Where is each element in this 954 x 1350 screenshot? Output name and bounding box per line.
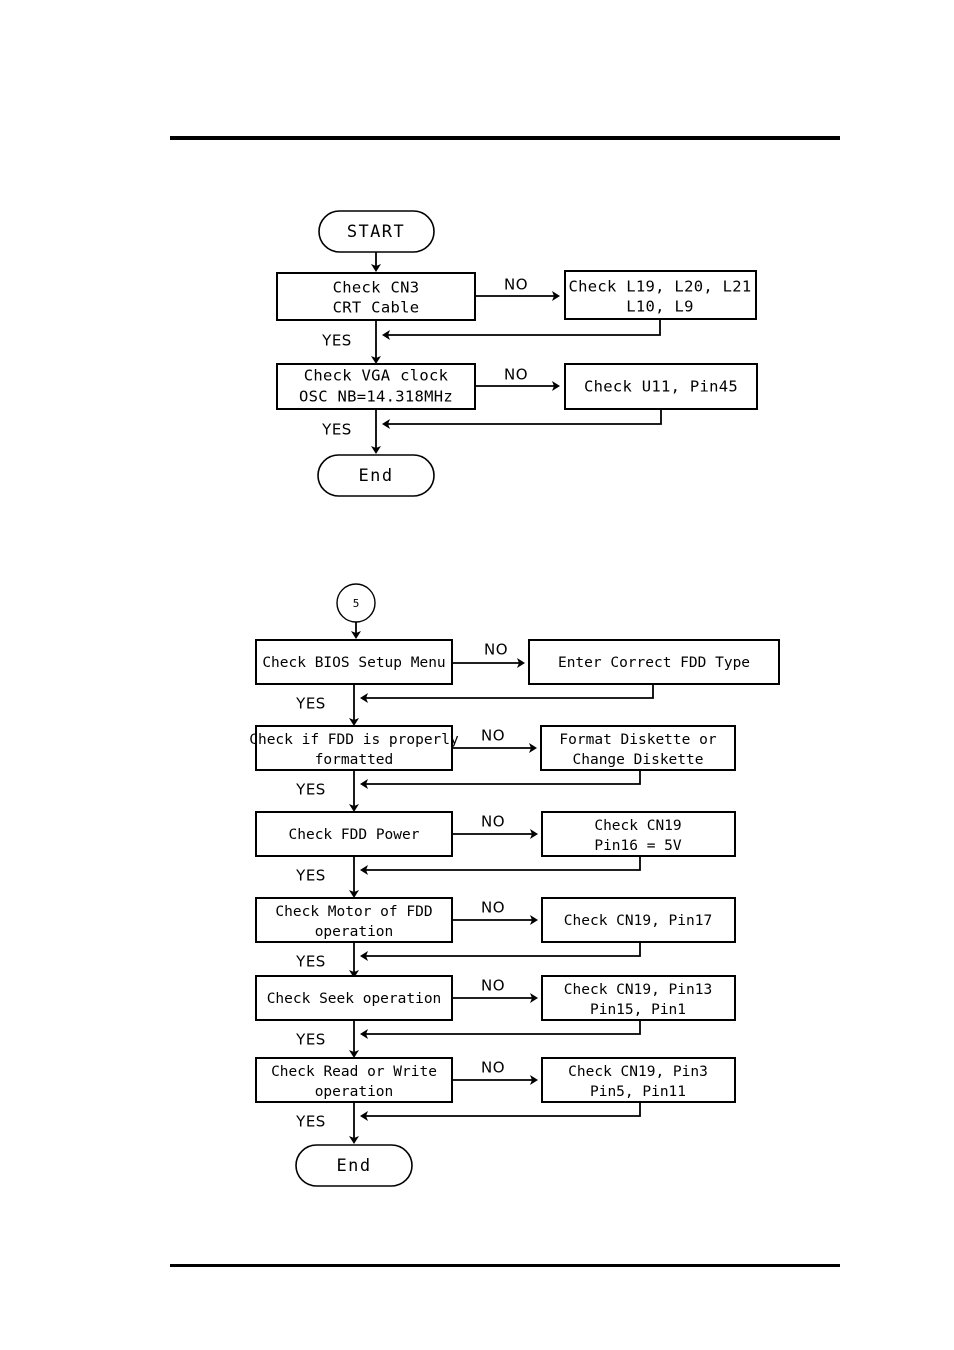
action-line-1: Check CN19, Pin17 [564,913,712,929]
yes-label-2: YES [295,781,326,799]
action-box-cn19-pin17: Check CN19, Pin17 [541,897,736,943]
check-box-seek-operation: Check Seek operation [255,975,453,1021]
check-line-1: Check if FDD is properly [249,732,459,748]
flowchart-fdd: 5 Check BIOS Setup Menu Enter Correct FD… [0,0,954,1350]
action-box-cn19-pin13: Check CN19, Pin13 Pin15, Pin1 [541,975,736,1021]
check-line-2: formatted [315,752,394,768]
action-box-format-diskette: Format Diskette or Change Diskette [540,725,736,771]
check-box-read-write: Check Read or Write operation [255,1057,453,1103]
action-box-cn19-pin3: Check CN19, Pin3 Pin5, Pin11 [541,1057,736,1103]
no-label-2: NO [481,727,505,745]
check-box-bios-setup: Check BIOS Setup Menu [255,639,453,685]
check-line-1: Check Seek operation [267,991,442,1007]
check-line-1: Check Motor of FDD [275,904,432,920]
action-line-1: Check CN19, Pin13 [564,982,712,998]
action-line-1: Check CN19 [594,818,681,834]
action-line-2: Pin15, Pin1 [590,1002,686,1018]
action-box-cn19-pin16: Check CN19 Pin16 = 5V [541,811,736,857]
yes-label-5: YES [295,1031,326,1049]
no-label-3: NO [481,813,505,831]
check-line-1: Check BIOS Setup Menu [262,655,445,671]
check-box-fdd-motor: Check Motor of FDD operation [255,897,453,943]
check-box-fdd-formatted: Check if FDD is properly formatted [249,725,459,771]
end-label: End [337,1156,372,1176]
check-line-1: Check FDD Power [289,827,420,843]
document-page: START Check CN3 CRT Cable Check L19, L20… [0,0,954,1350]
action-box-fdd-type: Enter Correct FDD Type [528,639,780,685]
check-line-2: operation [315,1084,394,1100]
no-label-5: NO [481,977,505,995]
no-label-4: NO [481,899,505,917]
page-connector-5: 5 [336,583,376,623]
action-line-1: Format Diskette or [559,732,716,748]
yes-label-3: YES [295,867,326,885]
check-line-2: operation [315,924,394,940]
yes-label-6: YES [295,1113,326,1131]
no-label-6: NO [481,1059,505,1077]
end-terminator: End [295,1144,413,1187]
yes-label-1: YES [295,695,326,713]
action-line-2: Pin16 = 5V [594,838,682,854]
action-line-2: Change Diskette [573,752,704,768]
yes-label-4: YES [295,953,326,971]
action-line-1: Enter Correct FDD Type [558,655,750,671]
connector-label: 5 [353,597,360,610]
no-label-1: NO [484,641,508,659]
check-box-fdd-power: Check FDD Power [255,811,453,857]
action-line-2: Pin5, Pin11 [590,1084,686,1100]
check-line-1: Check Read or Write [271,1064,437,1080]
action-line-1: Check CN19, Pin3 [568,1064,708,1080]
